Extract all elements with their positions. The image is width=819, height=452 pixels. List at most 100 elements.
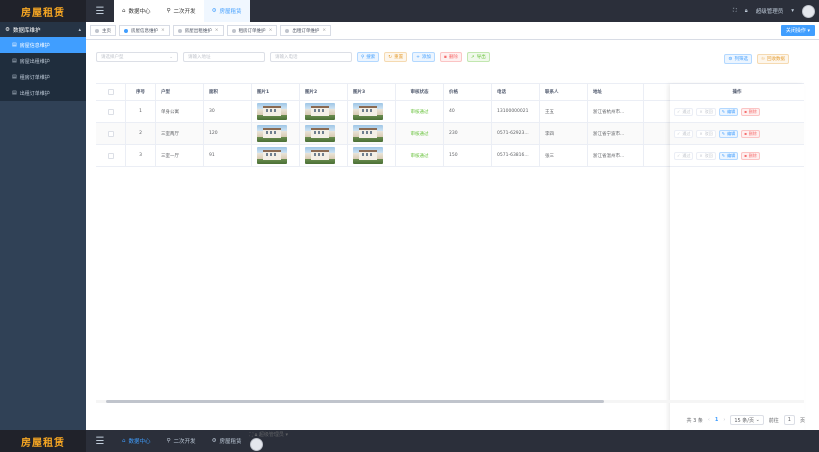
bottom-tab-data-center[interactable]: ⌂ 数据中心 xyxy=(114,430,159,452)
user-name[interactable]: 超级管理员 xyxy=(756,7,784,15)
close-icon[interactable]: × xyxy=(215,28,219,33)
trash-icon: ▪ xyxy=(744,153,747,158)
close-icon[interactable]: × xyxy=(269,28,273,33)
delete-button[interactable]: ▪ 删除 xyxy=(439,52,462,62)
search-icon: ⚲ xyxy=(361,54,365,60)
house-image[interactable] xyxy=(257,103,287,120)
row-delete-button[interactable]: ▪ 删除 xyxy=(741,129,760,138)
row-checkbox[interactable] xyxy=(107,152,114,159)
house-image[interactable] xyxy=(257,147,287,164)
plus-icon: + xyxy=(416,54,420,60)
edit-button[interactable]: ✎ 编辑 xyxy=(718,107,739,116)
user-name[interactable]: 超级管理员 xyxy=(259,432,284,438)
reject-button[interactable]: × 驳回 xyxy=(696,151,716,160)
tag-home[interactable]: 主页 xyxy=(90,25,116,36)
top-tab-rental[interactable]: ⚙ 房屋租赁 xyxy=(203,0,250,22)
avatar[interactable] xyxy=(249,438,263,451)
avatar[interactable] xyxy=(802,4,815,18)
select-all-checkbox[interactable] xyxy=(107,89,114,95)
approve-button[interactable]: ✓ 通过 xyxy=(674,107,694,116)
close-ops-button[interactable]: 关闭操作 ▾ xyxy=(780,25,815,36)
recycle-button[interactable]: ♲ 回收数据 xyxy=(756,54,789,64)
add-button[interactable]: + 添加 xyxy=(412,52,435,62)
lock-icon[interactable]: 🔒︎ xyxy=(745,8,748,15)
prev-page-button[interactable]: ‹ xyxy=(708,417,710,423)
top-tab-dev[interactable]: ⚲ 二次开发 xyxy=(158,0,204,22)
sidebar-group-db[interactable]: ⚙ 数据库维护 ▴ xyxy=(0,22,86,37)
trash-icon: ▪ xyxy=(443,54,447,60)
close-icon[interactable]: × xyxy=(161,28,165,33)
gear-icon: ⚙ xyxy=(728,56,733,62)
hamburger-icon[interactable]: ☰ xyxy=(86,430,114,452)
edit-icon: ✎ xyxy=(721,131,726,136)
house-image[interactable] xyxy=(305,147,335,164)
house-image[interactable] xyxy=(305,125,335,142)
close-icon[interactable]: × xyxy=(322,28,326,33)
top-tab-data-center[interactable]: ⌂ 数据中心 xyxy=(114,0,159,22)
main-content: 请选择户型 ⌄ 请输入地址 请输入电话 ⚲ 搜索 ↻ 重置 + 添加 ▪ 删除 ↗ 导出 ⚙… xyxy=(86,40,819,445)
check-icon: ✓ xyxy=(677,153,681,158)
export-icon: ↗ xyxy=(470,54,475,60)
tag-house-info[interactable]: 房屋信息维护 × xyxy=(119,25,170,36)
sidebar-item-lease-order[interactable]: ▤ 出租订单维护 xyxy=(0,85,86,101)
page-size-select[interactable]: 15 条/页 ⌄ xyxy=(730,415,764,425)
export-button[interactable]: ↗ 导出 xyxy=(466,52,490,62)
sidebar-item-house-rent[interactable]: ▤ 房屋出租维护 xyxy=(0,53,86,69)
doc-icon: ▤ xyxy=(12,74,17,80)
search-button[interactable]: ⚲ 搜索 xyxy=(357,52,380,62)
next-page-button[interactable]: › xyxy=(723,417,725,423)
chevron-down-icon[interactable]: ▾ xyxy=(791,8,794,14)
refresh-icon: ↻ xyxy=(388,54,393,60)
edit-button[interactable]: ✎ 编辑 xyxy=(718,151,739,160)
address-input[interactable]: 请输入地址 xyxy=(183,52,265,62)
fullscreen-icon[interactable]: ⛶ xyxy=(250,432,254,438)
edit-button[interactable]: ✎ 编辑 xyxy=(718,129,739,138)
house-image[interactable] xyxy=(305,103,335,120)
tag-house-rent[interactable]: 房屋出租维护 × xyxy=(172,25,224,36)
tag-lease-order[interactable]: 出租订单维护 × xyxy=(280,25,332,36)
bottom-tab-rental[interactable]: ⚙ 房屋租赁 xyxy=(204,430,250,452)
ops-row: ✓ 通过 × 驳回 ✎ 编辑 ▪ 删除 xyxy=(670,145,804,167)
sidebar: ⚙ 数据库维护 ▴ ▤ 房屋信息维护 ▤ 房屋出租维护 ▤ 租房订单维护 ▤ 出… xyxy=(0,22,86,430)
reset-button[interactable]: ↻ 重置 xyxy=(384,52,408,62)
home-icon: ⌂ xyxy=(122,438,126,444)
row-delete-button[interactable]: ▪ 删除 xyxy=(741,107,760,116)
hamburger-icon[interactable]: ☰ xyxy=(86,0,114,22)
approve-button[interactable]: ✓ 通过 xyxy=(674,151,694,160)
doc-icon: ▤ xyxy=(12,58,17,64)
scrollbar-thumb[interactable] xyxy=(106,400,604,403)
row-checkbox[interactable] xyxy=(107,108,114,115)
ops-fixed-column: 操作 ✓ 通过 × 驳回 ✎ 编辑 ▪ 删除 ✓ 通过 × 驳回 ✎ 编辑 ▪ 删除 ✓ 通过 ×… xyxy=(670,84,804,445)
row-delete-button[interactable]: ▪ 删除 xyxy=(741,151,760,160)
reject-button[interactable]: × 驳回 xyxy=(696,107,716,116)
lock-icon[interactable]: 🔒︎ xyxy=(255,432,258,438)
status-badge: 审核通过 xyxy=(396,101,444,122)
house-image[interactable] xyxy=(353,125,383,142)
house-image[interactable] xyxy=(257,125,287,142)
page-number[interactable]: 1 xyxy=(715,417,718,423)
edit-icon: ✎ xyxy=(721,109,726,114)
chevron-down-icon: ⌄ xyxy=(169,54,173,60)
top-navbar: 房屋租赁 ☰ ⌂ 数据中心 ⚲ 二次开发 ⚙ 房屋租赁 ⛶ 🔒︎ 超级管理员 ▾ xyxy=(0,0,819,22)
bottom-navbar: 房屋租赁 ☰ ⌂ 数据中心 ⚲ 二次开发 ⚙ 房屋租赁 ⛶ 🔒︎ 超级管理员 ▾ xyxy=(0,430,819,452)
doc-icon: ▤ xyxy=(12,90,17,96)
house-image[interactable] xyxy=(353,103,383,120)
horizontal-scrollbar[interactable] xyxy=(96,400,804,403)
tags-bar: 主页 房屋信息维护 × 房屋出租维护 × 租房订单维护 × 出租订单维护 × 关闭操作 … xyxy=(86,22,819,40)
type-select[interactable]: 请选择户型 ⌄ xyxy=(96,52,178,62)
close-icon: × xyxy=(699,153,703,158)
house-image[interactable] xyxy=(353,147,383,164)
sidebar-item-house-info[interactable]: ▤ 房屋信息维护 xyxy=(0,37,86,53)
reject-button[interactable]: × 驳回 xyxy=(696,129,716,138)
tag-rent-order[interactable]: 租房订单维护 × xyxy=(226,25,278,36)
chevron-down-icon[interactable]: ▾ xyxy=(286,432,289,438)
bottom-tab-dev[interactable]: ⚲ 二次开发 xyxy=(159,430,204,452)
phone-input[interactable]: 请输入电话 xyxy=(270,52,352,62)
goto-page-input[interactable]: 1 xyxy=(783,415,795,425)
close-icon: × xyxy=(699,131,703,136)
approve-button[interactable]: ✓ 通过 xyxy=(674,129,694,138)
column-filter-button[interactable]: ⚙ 列筛选 xyxy=(724,54,752,64)
row-checkbox[interactable] xyxy=(107,130,114,137)
sidebar-item-rent-order[interactable]: ▤ 租房订单维护 xyxy=(0,69,86,85)
fullscreen-icon[interactable]: ⛶ xyxy=(733,8,737,15)
